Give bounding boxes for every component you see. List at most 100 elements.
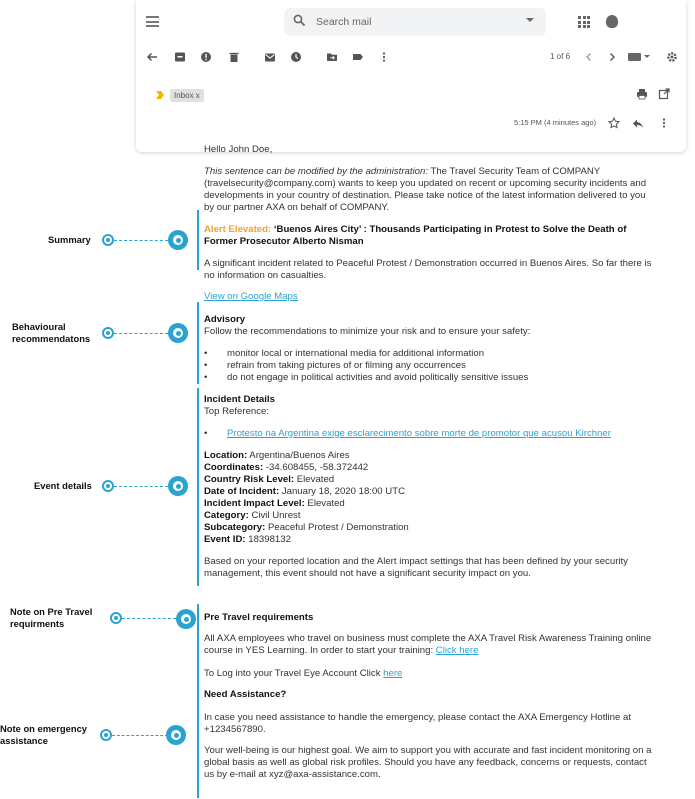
detail-value: -34.608455, -58.372442: [263, 462, 369, 473]
search-options-icon[interactable]: [526, 18, 534, 22]
summary-bracket: [197, 210, 199, 270]
login-body: To Log into your Travel Eye Account Clic…: [204, 668, 384, 679]
snooze-icon[interactable]: [290, 51, 302, 63]
search-icon: [293, 14, 306, 27]
detail-label: Subcategory:: [204, 522, 266, 533]
print-icon[interactable]: [636, 88, 648, 100]
detail-label: Location:: [204, 450, 248, 461]
reference-list: Protesto na Argentina exige esclarecimen…: [204, 428, 656, 440]
detail-row: Event ID: 18398132: [204, 534, 656, 546]
callout-summary-dot: [102, 234, 114, 246]
greeting: Hello John Doe,: [204, 144, 273, 155]
message-meta-row: 5:15 PM (4 minutes ago): [136, 117, 686, 131]
search-input[interactable]: Search mail: [316, 16, 371, 28]
pretravel-text: All AXA employees who travel on business…: [204, 633, 656, 657]
delete-icon[interactable]: [228, 51, 240, 63]
advisory-intro: Follow the recommendations to minimize y…: [204, 326, 531, 337]
message-timestamp: 5:15 PM (4 minutes ago): [514, 118, 597, 127]
back-arrow-icon[interactable]: [146, 51, 158, 63]
top-bar: Search mail: [136, 0, 686, 44]
list-item: refrain from taking pictures of or filmi…: [204, 360, 656, 372]
importance-marker-icon[interactable]: [156, 91, 166, 99]
detail-value: Elevated: [294, 474, 335, 485]
detail-label: Incident Impact Level:: [204, 498, 305, 509]
detail-row: Subcategory: Peaceful Protest / Demonstr…: [204, 522, 656, 534]
detail-value: Civil Unrest: [248, 510, 301, 521]
assistance-heading: Need Assistance?: [204, 689, 287, 700]
callout-advisory-connector: [114, 333, 168, 334]
callout-event-dot: [102, 480, 114, 492]
training-link[interactable]: Click here: [436, 645, 479, 656]
wellbeing-text: Your well-being is our highest goal. We …: [204, 745, 652, 780]
intro-admin-note: This sentence can be modified by the adm…: [204, 166, 428, 177]
detail-value: Elevated: [304, 498, 345, 509]
callout-pretravel-label: Note on Pre Travel requirments: [10, 606, 93, 629]
alert-heading: Alert Elevated: ‘Buenos Aires City’ : Th…: [204, 224, 656, 248]
open-new-window-icon[interactable]: [658, 88, 670, 100]
detail-label: Category:: [204, 510, 249, 521]
detail-row: Country Risk Level: Elevated: [204, 474, 656, 486]
archive-icon[interactable]: [174, 51, 186, 63]
more-options-icon[interactable]: [378, 51, 390, 63]
callout-summary-label: Summary: [48, 234, 91, 245]
callout-assistance-dot: [100, 729, 112, 741]
incident-heading: Incident Details: [204, 394, 275, 405]
star-icon[interactable]: [608, 117, 620, 129]
detail-value: January 18, 2020 18:00 UTC: [279, 486, 406, 497]
settings-gear-icon[interactable]: [666, 51, 678, 63]
callout-assistance-connector: [112, 735, 168, 736]
inbox-label-chip[interactable]: Inbox x: [170, 89, 204, 102]
detail-row: Category: Civil Unrest: [204, 510, 656, 522]
detail-row: Date of Incident: January 18, 2020 18:00…: [204, 486, 656, 498]
google-maps-link[interactable]: View on Google Maps: [204, 291, 298, 302]
callout-event-label: Event details: [34, 480, 92, 491]
input-tools-icon[interactable]: [628, 53, 641, 61]
pretravel-bracket: [197, 604, 199, 686]
gmail-window: Search mail 1 of 6 Inbox x 5:15 PM (4 mi…: [136, 0, 686, 152]
detail-value: 18398132: [245, 534, 291, 545]
callout-pretravel-node: [176, 609, 196, 629]
message-more-icon[interactable]: [658, 117, 670, 129]
detail-value: Argentina/Buenos Aires: [247, 450, 350, 461]
main-menu-icon[interactable]: [146, 16, 159, 27]
detail-row: Location: Argentina/Buenos Aires: [204, 450, 656, 462]
callout-event-node: [168, 476, 188, 496]
move-to-icon[interactable]: [326, 51, 338, 63]
list-item: Protesto na Argentina exige esclarecimen…: [204, 428, 656, 440]
pager-text: 1 of 6: [550, 52, 571, 61]
summary-text: A significant incident related to Peacef…: [204, 258, 652, 281]
reference-article-link[interactable]: Protesto na Argentina exige esclarecimen…: [227, 428, 611, 439]
mark-unread-icon[interactable]: [264, 51, 276, 63]
assistance-text: In case you need assistance to handle th…: [204, 712, 632, 735]
advisory-heading: Advisory: [204, 314, 246, 325]
callout-pretravel-connector: [122, 618, 176, 619]
detail-row: Coordinates: -34.608455, -58.372442: [204, 462, 656, 474]
notifications-icon[interactable]: [606, 15, 618, 28]
advisory-bracket: [197, 302, 199, 384]
alert-level: Alert Elevated:: [204, 224, 272, 235]
top-reference-label: Top Reference:: [204, 406, 270, 417]
message-toolbar: 1 of 6: [136, 44, 686, 70]
list-item: monitor local or international media for…: [204, 348, 656, 360]
callout-event-connector: [114, 486, 168, 487]
callout-advisory-node: [168, 323, 188, 343]
input-tools-caret-icon[interactable]: [644, 55, 650, 58]
older-chevron-icon[interactable]: [606, 51, 618, 63]
newer-chevron-icon[interactable]: [583, 51, 595, 63]
detail-label: Coordinates:: [204, 462, 264, 473]
pretravel-heading: Pre Travel requirements: [204, 612, 314, 623]
report-spam-icon[interactable]: [200, 51, 212, 63]
travel-eye-login-link[interactable]: here: [383, 668, 402, 679]
login-text: To Log into your Travel Eye Account Clic…: [204, 668, 656, 680]
callout-pretravel-dot: [110, 612, 122, 624]
callout-summary-connector: [114, 240, 168, 241]
detail-label: Country Risk Level:: [204, 474, 295, 485]
reply-icon[interactable]: [632, 118, 644, 129]
intro-paragraph: This sentence can be modified by the adm…: [204, 166, 656, 214]
callout-advisory-label: Behavioural recommendatons: [12, 321, 91, 344]
detail-row: Incident Impact Level: Elevated: [204, 498, 656, 510]
search-box[interactable]: Search mail: [284, 8, 546, 36]
list-item: do not engage in political activities an…: [204, 372, 656, 384]
label-icon[interactable]: [352, 51, 364, 63]
apps-grid-icon[interactable]: [578, 16, 590, 28]
